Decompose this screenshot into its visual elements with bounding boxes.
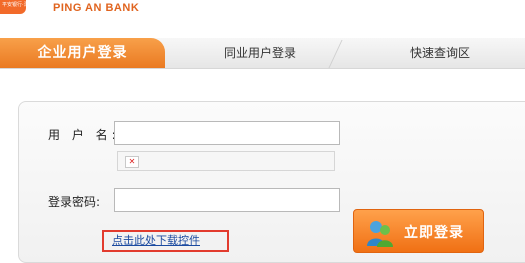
password-label: 登录密码: xyxy=(48,195,101,209)
login-button[interactable]: 立即登录 xyxy=(353,209,484,253)
user-avatar-icon xyxy=(367,221,393,247)
bank-logo: 平安银行·深发 xyxy=(0,0,34,14)
broken-image-icon: ✕ xyxy=(125,156,139,168)
login-button-label: 立即登录 xyxy=(404,225,464,241)
tab-quick-query[interactable]: 快速查询区 xyxy=(355,38,525,68)
download-plugin-link[interactable]: 点击此处下载控件 xyxy=(102,230,229,252)
tab-enterprise-login[interactable]: 企业用户登录 xyxy=(0,38,165,68)
bank-name: PING AN BANK xyxy=(53,2,140,14)
username-input[interactable] xyxy=(114,121,340,145)
password-input[interactable] xyxy=(114,188,340,212)
security-plugin-box[interactable]: ✕ xyxy=(117,151,335,171)
logo-small-text: 平安银行·深发 xyxy=(2,2,34,8)
tab-interbank-login[interactable]: 同业用户登录 xyxy=(170,38,350,68)
username-label: 用 户 名: xyxy=(48,128,120,142)
